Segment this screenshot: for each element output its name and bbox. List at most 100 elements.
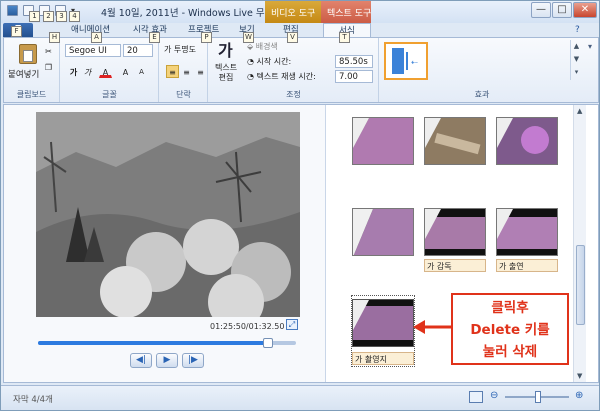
ribbon: 붙여넣기 ✂ ❐ 클립보드 Segoe UI 20 가 가 A A A 글꼴 가… (3, 37, 599, 103)
keytip: H (49, 32, 60, 43)
caption-clip[interactable]: 가 감독 (424, 259, 486, 272)
text-edit-icon[interactable]: 가 (218, 42, 238, 60)
clock-icon: ◔ (247, 57, 257, 66)
collapse-ribbon-icon[interactable]: ▾ (588, 42, 592, 51)
playback-time: 01:25:50/01:32.50 (210, 322, 285, 331)
seek-bar-fill (38, 341, 268, 345)
start-time-label: ◔ 시작 시간: (247, 56, 291, 69)
previous-frame-button[interactable]: ◀| (130, 353, 152, 368)
paste-button[interactable]: 붙여넣기 (8, 68, 39, 80)
maximize-button[interactable]: □ (552, 2, 572, 18)
clipboard-group: 붙여넣기 ✂ ❐ 클립보드 (4, 38, 60, 102)
group-label: 효과 (474, 90, 490, 99)
app-window: ▾ 4월 10일, 2011년 - Windows Live 무비 메이커 비디… (0, 0, 600, 411)
status-text: 자막 4/4개 (13, 395, 53, 405)
preview-pane: 01:25:50/01:32.50 ⤢ ◀| ▶ |▶ (4, 105, 326, 382)
zoom-slider[interactable] (505, 391, 569, 403)
keytip: V (287, 32, 298, 43)
scroll-down-icon[interactable]: ▼ (577, 372, 582, 380)
duration-input[interactable]: 7.00 (335, 70, 373, 83)
effects-gallery-scroll[interactable]: ▲ ▼ ▾ (570, 40, 582, 80)
duration-text: 텍스트 재생 시간: (256, 72, 316, 81)
keytip: P (201, 32, 212, 43)
callout-line-2: Delete 키를 (470, 322, 550, 338)
storyboard-clip[interactable] (496, 208, 558, 256)
keytip: 2 (43, 11, 54, 22)
paint-bucket-icon: ⬙ (247, 42, 256, 51)
group-label: 단락 (176, 90, 191, 99)
seek-bar[interactable] (38, 338, 296, 348)
effect-thumbnail-selected[interactable]: ⇠ (384, 42, 428, 80)
zoom-in-icon[interactable]: ⊕ (575, 390, 583, 401)
selection-outline (351, 295, 415, 367)
keytip: E (149, 32, 160, 43)
close-button[interactable]: ✕ (573, 2, 597, 18)
cut-icon[interactable]: ✂ (42, 44, 55, 57)
shrink-font-button[interactable]: A (135, 65, 148, 78)
keytip: F (11, 26, 22, 37)
clock-icon: ◔ (247, 72, 257, 81)
transparency-icon: 가 (164, 45, 174, 54)
copy-icon[interactable]: ❐ (42, 60, 55, 73)
storyboard-clip[interactable] (424, 117, 486, 165)
transparency-label: 투명도 (173, 45, 196, 54)
keytip: T (339, 32, 350, 43)
storyboard-clip[interactable] (352, 208, 414, 256)
storyboard-view-icon[interactable] (469, 391, 483, 403)
play-button[interactable]: ▶ (156, 353, 178, 368)
group-label: 클립보드 (16, 90, 47, 99)
video-preview (36, 112, 300, 317)
font-color-button[interactable]: A (99, 65, 112, 78)
instruction-callout: 클릭후 Delete 키를 눌러 삭제 (451, 293, 569, 365)
storyboard-clip[interactable] (352, 117, 414, 165)
paste-icon[interactable] (19, 44, 37, 64)
callout-arrow (413, 320, 451, 334)
keytip: 3 (56, 11, 67, 22)
keytip: 1 (29, 11, 40, 22)
status-bar: 자막 4/4개 ⊖ ⊕ (1, 385, 599, 410)
fullscreen-icon[interactable]: ⤢ (286, 319, 298, 330)
keytip: W (243, 32, 254, 43)
font-group: Segoe UI 20 가 가 A A A 글꼴 (61, 38, 159, 102)
storyboard-clip[interactable] (424, 208, 486, 256)
zoom-slider-thumb[interactable] (535, 391, 541, 403)
start-time-input[interactable]: 85.50s (335, 55, 373, 68)
effects-group: ⇠ ▲ ▼ ▾ 효과 (380, 38, 584, 102)
scroll-up-icon[interactable]: ▲ (577, 107, 582, 115)
paragraph-group: 가 투명도 ≡ ≡ ≡ 단락 (160, 38, 208, 102)
storyboard-scrollbar[interactable]: ▲ ▼ (573, 105, 586, 382)
next-frame-button[interactable]: |▶ (182, 353, 204, 368)
align-right-icon[interactable]: ≡ (194, 65, 207, 78)
transparency-button[interactable]: 가 투명도 (164, 44, 196, 57)
minimize-button[interactable]: — (531, 2, 551, 18)
seek-thumb[interactable] (262, 338, 273, 348)
grow-font-button[interactable]: A (119, 65, 132, 78)
group-label: 글꼴 (102, 90, 117, 99)
video-tools-context-tab: 비디오 도구 (265, 1, 321, 23)
align-center-icon[interactable]: ≡ (180, 65, 193, 78)
caption-clip[interactable]: 가 출연 (496, 259, 558, 272)
italic-button[interactable]: 가 (81, 65, 94, 78)
callout-line-1: 클릭후 (491, 300, 529, 316)
callout-line-3: 눌러 삭제 (482, 344, 538, 360)
duration-label: ◔ 텍스트 재생 시간: (247, 71, 316, 84)
storyboard-clip[interactable] (496, 117, 558, 165)
bold-button[interactable]: 가 (67, 65, 80, 78)
text-edit-button[interactable]: 텍스트 편집 (215, 63, 237, 83)
keytip: 4 (69, 11, 80, 22)
font-family-select[interactable]: Segoe UI (65, 44, 121, 57)
keytip: A (91, 32, 102, 43)
help-icon[interactable]: ? (575, 25, 580, 35)
start-time-text: 시작 시간: (256, 57, 292, 66)
scrollbar-thumb[interactable] (576, 245, 585, 325)
title-bar: ▾ 4월 10일, 2011년 - Windows Live 무비 메이커 비디… (1, 1, 599, 23)
adjust-group: 가 텍스트 편집 ⬙ 배경색 ◔ 시작 시간: 85.50s ◔ 텍스트 재생 … (209, 38, 379, 102)
text-tools-context-tab: 텍스트 도구 (321, 1, 371, 23)
font-size-select[interactable]: 20 (123, 44, 153, 57)
align-left-icon[interactable]: ≡ (166, 65, 179, 78)
zoom-out-icon[interactable]: ⊖ (490, 390, 498, 401)
app-menu-icon[interactable] (7, 5, 18, 16)
group-label: 조정 (286, 90, 301, 99)
arrow-left-icon: ⇠ (411, 58, 418, 67)
background-color-label: 배경색 (255, 42, 278, 51)
